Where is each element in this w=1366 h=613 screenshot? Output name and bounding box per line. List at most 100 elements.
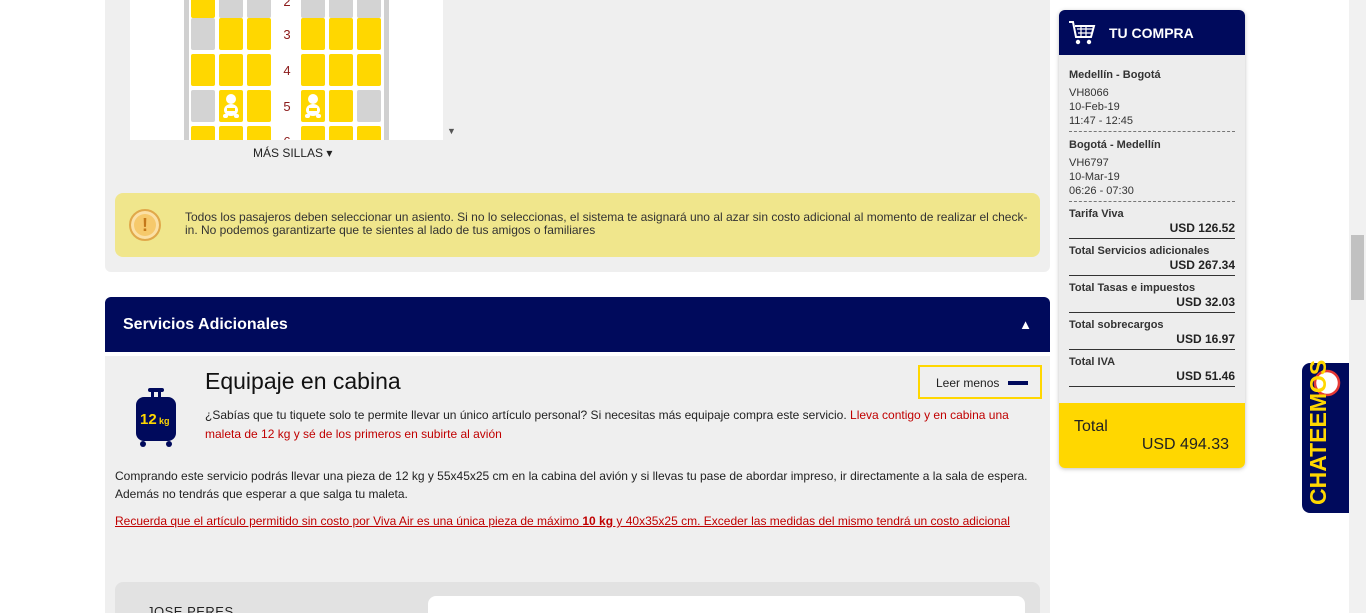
seat[interactable] (357, 18, 381, 50)
price-line: Total sobrecargos USD 16.97 (1069, 319, 1235, 350)
flight-date: 10-Mar-19 (1069, 171, 1120, 183)
row-number: 3 (283, 27, 291, 42)
seat[interactable] (301, 54, 325, 86)
seat[interactable] (219, 54, 243, 86)
price-amount: USD 126.52 (1169, 221, 1235, 235)
price-line: Tarifa Viva USD 126.52 (1069, 208, 1235, 239)
bag-weight-label: 12 (140, 411, 157, 428)
warning-weight: 10 kg (582, 514, 614, 528)
price-label: Total Servicios adicionales (1069, 245, 1210, 257)
seat[interactable] (191, 126, 215, 140)
purchase-summary-body: Medellín - Bogotá VH8066 10-Feb-19 11:47… (1069, 68, 1235, 393)
seat-notice: ! Todos los pasajeros deben seleccionar … (115, 193, 1040, 257)
passenger-option-box[interactable] (428, 596, 1025, 613)
purchase-summary-header: TU COMPRA (1059, 10, 1245, 55)
scrollbar-thumb[interactable] (1351, 235, 1364, 300)
price-amount: USD 267.34 (1169, 258, 1235, 272)
service-description: ¿Sabías que tu tiquete solo te permite l… (205, 406, 1025, 444)
seat[interactable] (329, 90, 353, 122)
seat[interactable] (357, 90, 381, 122)
infant-seat[interactable] (219, 90, 243, 122)
cabin-bag-icon: 12 kg (136, 388, 176, 447)
price-label: Total IVA (1069, 356, 1116, 368)
flight-time: 11:47 - 12:45 (1069, 115, 1134, 127)
seat[interactable] (329, 18, 353, 50)
row-number: 5 (283, 99, 291, 114)
seat[interactable] (219, 0, 243, 18)
description-text: ¿Sabías que tu tiquete solo te permite l… (205, 408, 851, 422)
more-seats-button[interactable]: MÁS SILLAS ▾ (253, 146, 332, 160)
baby-icon (223, 94, 239, 118)
seat-map[interactable]: 2 3 4 5 (130, 0, 443, 140)
seat[interactable] (329, 54, 353, 86)
flight-code: VH6797 (1069, 157, 1109, 169)
passenger-name: JOSE PERES (147, 604, 234, 613)
price-amount: USD 32.03 (1176, 295, 1235, 309)
seat[interactable] (301, 0, 325, 18)
price-label: Total Tasas e impuestos (1069, 282, 1196, 294)
infant-seat[interactable] (301, 90, 325, 122)
page-scrollbar[interactable] (1349, 0, 1366, 613)
passenger-panel: JOSE PERES (115, 582, 1040, 613)
row-number: 6 (276, 134, 298, 140)
read-less-button[interactable]: Leer menos (918, 365, 1042, 399)
chat-tab[interactable]: CHATEEMOS (1302, 359, 1354, 513)
price-label: Tarifa Viva (1069, 208, 1124, 220)
chat-label: CHATEEMOS (1305, 359, 1331, 505)
seat[interactable] (247, 126, 271, 140)
aircraft-fuselage: 2 3 4 5 (184, 0, 389, 140)
seat[interactable] (191, 90, 215, 122)
flight-summary: Bogotá - Medellín VH6797 10-Mar-19 06:26… (1069, 138, 1235, 202)
price-label: Total sobrecargos (1069, 319, 1164, 331)
total-label: Total (1074, 418, 1108, 435)
price-line: Total IVA USD 51.46 (1069, 356, 1235, 387)
service-details: Comprando este servicio podrás llevar un… (115, 469, 1028, 501)
exclamation-icon: ! (129, 209, 161, 241)
row-number: 4 (283, 63, 291, 78)
seat[interactable] (357, 0, 381, 18)
shopping-cart-icon (1069, 21, 1096, 45)
seat[interactable] (357, 126, 381, 140)
row-number: 2 (283, 0, 291, 9)
seat[interactable] (301, 126, 325, 140)
section-title: Servicios Adicionales (123, 316, 288, 333)
seat[interactable] (329, 126, 353, 140)
seat[interactable] (191, 18, 215, 50)
price-line: Total Servicios adicionales USD 267.34 (1069, 245, 1235, 276)
seat[interactable] (219, 18, 243, 50)
total-amount: USD 494.33 (1141, 436, 1229, 453)
flight-route: Bogotá - Medellín (1069, 139, 1161, 151)
seat[interactable] (191, 0, 215, 18)
flight-date: 10-Feb-19 (1069, 101, 1120, 113)
notice-text: Todos los pasajeros deben seleccionar un… (185, 210, 1028, 237)
page: 2 3 4 5 ▼ MÁS SILLAS ▾ ! Todos los pasaj… (0, 0, 1366, 613)
service-title: Equipaje en cabina (205, 368, 401, 394)
seatmap-scroll-down-icon[interactable]: ▼ (447, 126, 456, 136)
collapse-arrow-icon[interactable]: ▲ (1019, 317, 1032, 332)
flight-summary: Medellín - Bogotá VH8066 10-Feb-19 11:47… (1069, 68, 1235, 132)
price-line: Total Tasas e impuestos USD 32.03 (1069, 282, 1235, 313)
servicios-adicionales-header[interactable]: Servicios Adicionales ▲ (105, 297, 1050, 352)
seat[interactable] (329, 0, 353, 18)
flight-time: 06:26 - 07:30 (1069, 185, 1134, 197)
seat[interactable] (247, 18, 271, 50)
warning-text: Recuerda que el artículo permitido sin c… (115, 514, 583, 528)
seat[interactable] (247, 90, 271, 122)
seat[interactable] (247, 54, 271, 86)
allowance-warning-link[interactable]: Recuerda que el artículo permitido sin c… (115, 514, 1010, 528)
price-amount: USD 51.46 (1176, 369, 1235, 383)
seat[interactable] (247, 0, 271, 18)
minus-icon (1008, 381, 1028, 385)
price-amount: USD 16.97 (1176, 332, 1235, 346)
flight-code: VH8066 (1069, 87, 1109, 99)
seat[interactable] (301, 18, 325, 50)
equipaje-cabina-card: 12 kg Equipaje en cabina Leer menos ¿Sab… (105, 356, 1050, 613)
seat[interactable] (357, 54, 381, 86)
seat[interactable] (191, 54, 215, 86)
flight-route: Medellín - Bogotá (1069, 69, 1161, 81)
read-less-label: Leer menos (936, 376, 1000, 390)
purchase-summary: TU COMPRA Medellín - Bogotá VH8066 10-Fe… (1059, 10, 1245, 468)
seat[interactable] (219, 126, 243, 140)
warning-text-end: y 40x35x25 cm. Exceder las medidas del m… (613, 514, 1010, 528)
total-box: Total USD 494.33 (1059, 403, 1245, 468)
